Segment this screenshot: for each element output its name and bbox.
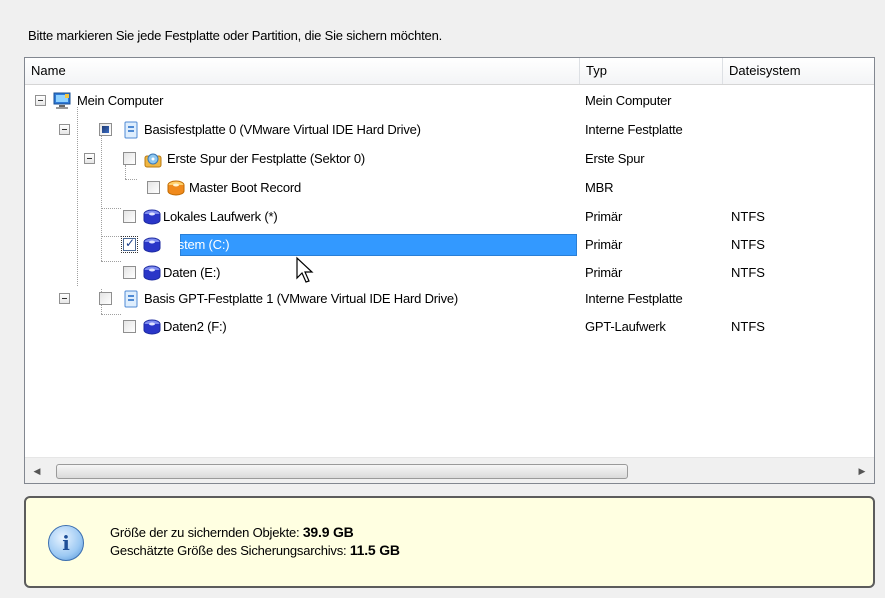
row-type: MBR [585,180,614,195]
objects-size-value: 39.9 GB [302,524,354,540]
objects-size-label: Größe der zu sichernden Objekte: [110,525,300,540]
disk-tree-view[interactable]: Name Typ Dateisystem Mein Computer Mein … [24,57,875,484]
collapse-toggle[interactable] [59,124,70,135]
daten2-f-checkbox[interactable] [123,320,136,333]
partition-icon [143,318,161,336]
row-type: Interne Festplatte [585,291,683,306]
row-type: Primär [585,265,623,280]
row-type: Primär [585,209,623,224]
hard-disk-icon [122,121,140,139]
row-label: Daten (E:) [163,265,221,280]
tree-row-first-track[interactable]: Erste Spur der Festplatte (Sektor 0) Ers… [25,145,874,174]
mbr-checkbox[interactable] [147,181,160,194]
column-header-bar: Name Typ Dateisystem [25,58,874,85]
row-type: GPT-Laufwerk [585,319,666,334]
partition-icon [143,236,161,254]
local-drive-checkbox[interactable] [123,210,136,223]
column-header-name[interactable]: Name [25,58,580,84]
tree-row-mein-computer[interactable]: Mein Computer Mein Computer [25,87,874,116]
row-label: Basisfestplatte 0 (VMware Virtual IDE Ha… [144,122,421,137]
tree-row-disk-1[interactable]: Basis GPT-Festplatte 1 (VMware Virtual I… [25,285,874,314]
row-type: Erste Spur [585,151,645,166]
row-filesystem: NTFS [731,265,765,280]
archive-size-value: 11.5 GB [349,542,400,558]
first-track-checkbox[interactable] [123,152,136,165]
row-label: Mein Computer [77,93,164,108]
collapse-toggle[interactable] [59,293,70,304]
horizontal-scrollbar[interactable]: ◀ ▶ [25,457,874,483]
row-label: Lokales Laufwerk (*) [163,209,278,224]
scroll-right-icon[interactable]: ▶ [850,458,874,484]
info-icon: i [48,525,84,561]
instruction-text: Bitte markieren Sie jede Festplatte oder… [28,28,443,43]
collapse-toggle[interactable] [35,95,46,106]
row-type: Mein Computer [585,93,672,108]
disk-1-checkbox[interactable] [99,292,112,305]
column-header-type[interactable]: Typ [580,58,723,84]
tree-row-system-c[interactable]: System (C:) Primär NTFS [25,231,874,260]
first-track-icon [144,150,162,168]
computer-icon [53,92,71,110]
row-label: Erste Spur der Festplatte (Sektor 0) [167,151,365,166]
archive-size-line: Geschätzte Größe des Sicherungsarchivs: … [110,542,400,558]
row-type: Interne Festplatte [585,122,683,137]
size-info-box: i Größe der zu sichernden Objekte: 39.9 … [24,496,875,588]
scrollbar-thumb[interactable] [56,464,628,479]
mouse-pointer-icon [295,256,321,286]
system-c-checkbox[interactable] [121,236,138,253]
disk-0-checkbox[interactable] [99,123,112,136]
row-type: Primär [585,237,623,252]
row-filesystem: NTFS [731,319,765,334]
tree-row-mbr[interactable]: Master Boot Record MBR [25,174,874,203]
hard-disk-icon [122,290,140,308]
scroll-left-icon[interactable]: ◀ [25,458,49,484]
objects-size-line: Größe der zu sichernden Objekte: 39.9 GB [110,524,354,540]
row-selection-highlight [180,234,577,256]
partition-icon [143,264,161,282]
archive-size-label: Geschätzte Größe des Sicherungsarchivs: [110,543,347,558]
tree-row-daten-e[interactable]: Daten (E:) Primär NTFS [25,259,874,288]
tree-row-disk-0[interactable]: Basisfestplatte 0 (VMware Virtual IDE Ha… [25,116,874,145]
tree-row-local-drive[interactable]: Lokales Laufwerk (*) Primär NTFS [25,203,874,232]
row-label: Master Boot Record [189,180,302,195]
partition-icon [143,208,161,226]
row-filesystem: NTFS [731,209,765,224]
collapse-toggle[interactable] [84,153,95,164]
tree-body: Mein Computer Mein Computer Basisfestpla… [25,85,874,457]
mbr-icon [167,179,185,197]
row-filesystem: NTFS [731,237,765,252]
column-header-filesystem[interactable]: Dateisystem [723,58,874,84]
tree-row-daten2-f[interactable]: Daten2 (F:) GPT-Laufwerk NTFS [25,313,874,342]
daten-e-checkbox[interactable] [123,266,136,279]
row-label: Daten2 (F:) [163,319,227,334]
row-label: Basis GPT-Festplatte 1 (VMware Virtual I… [144,291,459,306]
row-label: System (C:) [163,237,230,252]
